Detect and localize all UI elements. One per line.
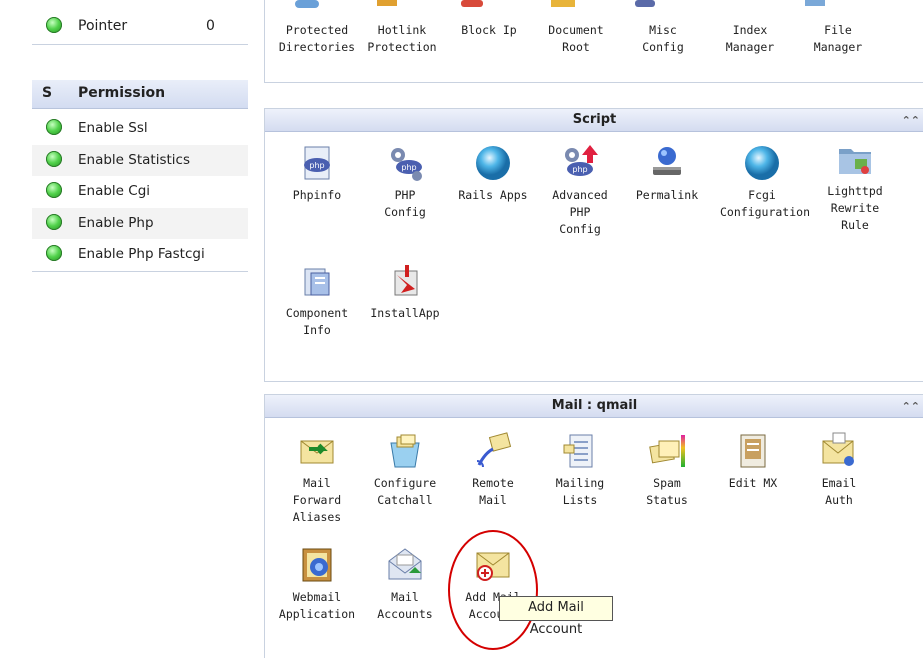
svg-text:php: php	[309, 161, 324, 170]
mailing-lists-item[interactable]: Mailing Lists	[538, 431, 622, 509]
webmail-application-label: Webmail Application	[278, 590, 356, 621]
mail-accounts-label: Mail Accounts	[377, 590, 433, 621]
file-manager-link[interactable]: File Manager	[796, 22, 880, 56]
spam-status-label: Spam Status	[646, 476, 688, 507]
component-info-label: Component Info	[285, 306, 349, 337]
php-config-icon: php	[391, 148, 422, 181]
index-manager-link[interactable]: Index Manager	[708, 22, 792, 56]
top-panel: Protected Directories Hotlink Protection B…	[264, 0, 923, 83]
catchall-icon	[390, 434, 420, 468]
protected-directories-link[interactable]: Protected Directories	[275, 22, 359, 56]
permission-list: Enable Ssl Enable Statistics Enable Cgi …	[32, 113, 248, 272]
script-panel-header: Script ⌃⌃	[265, 109, 923, 132]
mail-accounts-icon	[388, 548, 422, 580]
document-root-link[interactable]: Document Root	[534, 22, 618, 56]
collapse-icon[interactable]: ⌃⌃	[902, 396, 920, 418]
permalink-icon	[653, 147, 681, 175]
spam-status-item[interactable]: Spam Status	[625, 431, 709, 509]
phpinfo-label: Phpinfo	[292, 188, 342, 202]
collapse-icon[interactable]: ⌃⌃	[902, 110, 920, 132]
permission-label: Enable Ssl	[78, 120, 148, 136]
php-config-label: PHP Config	[384, 188, 426, 219]
webmail-icon	[302, 548, 332, 582]
blue-orb-icon	[476, 146, 510, 180]
remote-mail-icon	[476, 432, 512, 468]
hotlink-protection-link[interactable]: Hotlink Protection	[360, 22, 444, 56]
permission-label: Enable Php	[78, 214, 154, 231]
php-file-icon: php	[304, 146, 330, 180]
rails-apps-item[interactable]: Rails Apps	[451, 143, 535, 204]
edit-mx-item[interactable]: Edit MX	[711, 431, 795, 492]
permission-header: S Permission	[32, 80, 248, 109]
permalink-item[interactable]: Permalink	[625, 143, 709, 204]
permission-item-php-fastcgi[interactable]: Enable Php Fastcgi	[32, 239, 248, 271]
configure-catchall-label: Configure Catchall	[373, 476, 437, 507]
component-info-item[interactable]: Component Info	[275, 261, 359, 339]
permission-item-statistics[interactable]: Enable Statistics	[32, 144, 248, 176]
misc-config-link[interactable]: Misc Config	[621, 22, 705, 56]
mail-accounts-item[interactable]: Mail Accounts	[363, 545, 447, 623]
status-green-icon	[46, 245, 62, 261]
configure-catchall-item[interactable]: Configure Catchall	[363, 431, 447, 509]
pointer-label: Pointer	[78, 18, 128, 34]
mailing-lists-label: Mailing Lists	[555, 476, 605, 507]
webmail-application-item[interactable]: Webmail Application	[275, 545, 359, 623]
permission-item-php[interactable]: Enable Php	[32, 207, 248, 239]
lighttpd-rewrite-rule-label: Lighttpd Rewrite Rule	[827, 184, 883, 232]
status-green-icon	[46, 17, 62, 33]
lighttpd-rewrite-rule-item[interactable]: Lighttpd Rewrite Rule	[813, 139, 897, 234]
status-green-icon	[46, 213, 62, 230]
pointer-row[interactable]: Pointer 0	[32, 10, 248, 45]
component-info-icon	[304, 268, 330, 296]
permission-item-ssl[interactable]: Enable Ssl	[32, 113, 248, 145]
folder-rewrite-icon	[839, 149, 871, 174]
remote-mail-label: Remote Mail	[472, 476, 514, 507]
mailing-list-icon	[563, 434, 593, 468]
permission-item-cgi[interactable]: Enable Cgi	[32, 176, 248, 208]
svg-text:php: php	[572, 165, 587, 174]
script-panel-title: Script	[572, 112, 617, 127]
edit-mx-label: Edit MX	[728, 476, 778, 490]
php-config-item[interactable]: php PHP Config	[363, 143, 447, 221]
install-app-item[interactable]: InstallApp	[363, 261, 447, 322]
email-auth-icon	[822, 432, 854, 466]
mail-forward-aliases-label: Mail Forward Aliases	[292, 476, 342, 524]
mail-panel-header: Mail : qmail ⌃⌃	[265, 395, 923, 418]
advanced-php-icon: php	[565, 145, 598, 176]
advanced-php-config-label: Advanced PHP Config	[552, 188, 608, 236]
status-green-icon	[46, 182, 62, 198]
fcgi-configuration-label: Fcgi Configuration	[720, 188, 811, 219]
tooltip: Add Mail Account	[499, 596, 613, 637]
install-app-icon	[394, 265, 418, 296]
permission-label: Enable Statistics	[78, 151, 190, 168]
permission-label: Enable Cgi	[78, 183, 151, 199]
fcgi-configuration-item[interactable]: Fcgi Configuration	[720, 143, 811, 221]
remote-mail-item[interactable]: Remote Mail	[451, 431, 535, 509]
pointer-value: 0	[206, 18, 215, 34]
status-column-header: S	[42, 85, 53, 101]
rails-apps-label: Rails Apps	[458, 188, 528, 202]
mail-panel-title: Mail : qmail	[551, 398, 638, 413]
install-app-label: InstallApp	[370, 306, 440, 320]
spam-icon	[649, 435, 685, 467]
permission-column-header: Permission	[78, 85, 166, 101]
permission-label: Enable Php Fastcgi	[78, 246, 205, 262]
partial-icons-strip	[295, 0, 825, 8]
blue-orb-icon	[745, 146, 779, 180]
status-green-icon	[46, 119, 62, 135]
advanced-php-config-item[interactable]: php Advanced PHP Config	[538, 143, 622, 238]
svg-text:php: php	[401, 163, 416, 172]
status-green-icon	[46, 150, 62, 167]
email-auth-label: Email Auth	[821, 476, 857, 507]
email-auth-item[interactable]: Email Auth	[797, 431, 881, 509]
block-ip-link[interactable]: Block Ip	[447, 22, 531, 39]
mail-forward-aliases-item[interactable]: Mail Forward Aliases	[275, 431, 359, 526]
phpinfo-item[interactable]: php Phpinfo	[275, 143, 359, 204]
edit-mx-icon	[740, 434, 766, 468]
script-panel: Script ⌃⌃ php Phpinfo php PHP Config Rail…	[264, 108, 923, 382]
add-mail-icon	[476, 552, 510, 581]
permalink-label: Permalink	[635, 188, 699, 202]
mail-forward-icon	[300, 440, 334, 464]
